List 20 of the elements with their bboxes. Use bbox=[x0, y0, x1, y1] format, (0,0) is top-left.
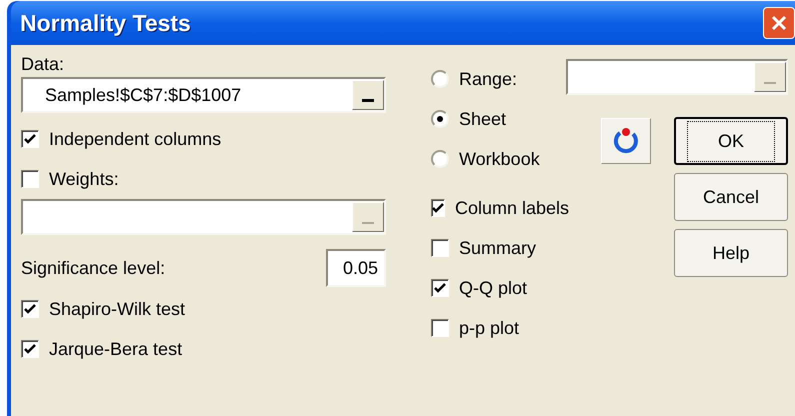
data-label: Data: bbox=[21, 53, 66, 76]
radio-label: Sheet bbox=[459, 108, 506, 130]
checkbox-label: Q-Q plot bbox=[459, 276, 528, 300]
checkbox-label: Column labels bbox=[455, 196, 570, 220]
dialog-button[interactable]: OK bbox=[674, 117, 788, 165]
range-field[interactable]: Samples!$C$7:$D$1007 bbox=[21, 77, 386, 113]
significance-field[interactable]: 0.05 bbox=[326, 249, 386, 287]
dialog-button[interactable]: Cancel bbox=[674, 173, 788, 221]
radio-label: Range: bbox=[459, 68, 518, 91]
checkbox-label: Summary bbox=[459, 236, 536, 260]
radio-label: Workbook bbox=[459, 148, 540, 170]
dialog-button[interactable]: Help bbox=[674, 229, 788, 277]
checkbox-label: Independent columns bbox=[49, 128, 222, 151]
window-title: Normality Tests bbox=[20, 8, 191, 38]
significance-label: Significance level: bbox=[21, 256, 166, 280]
checkbox-label: p-p plot bbox=[459, 316, 520, 340]
range-value: Samples!$C$7:$D$1007 bbox=[44, 84, 242, 107]
checkbox-label: Jarque-Bera test bbox=[49, 338, 182, 361]
checkbox-label: Weights: bbox=[49, 168, 119, 191]
checkbox-label: Shapiro-Wilk test bbox=[49, 298, 186, 321]
